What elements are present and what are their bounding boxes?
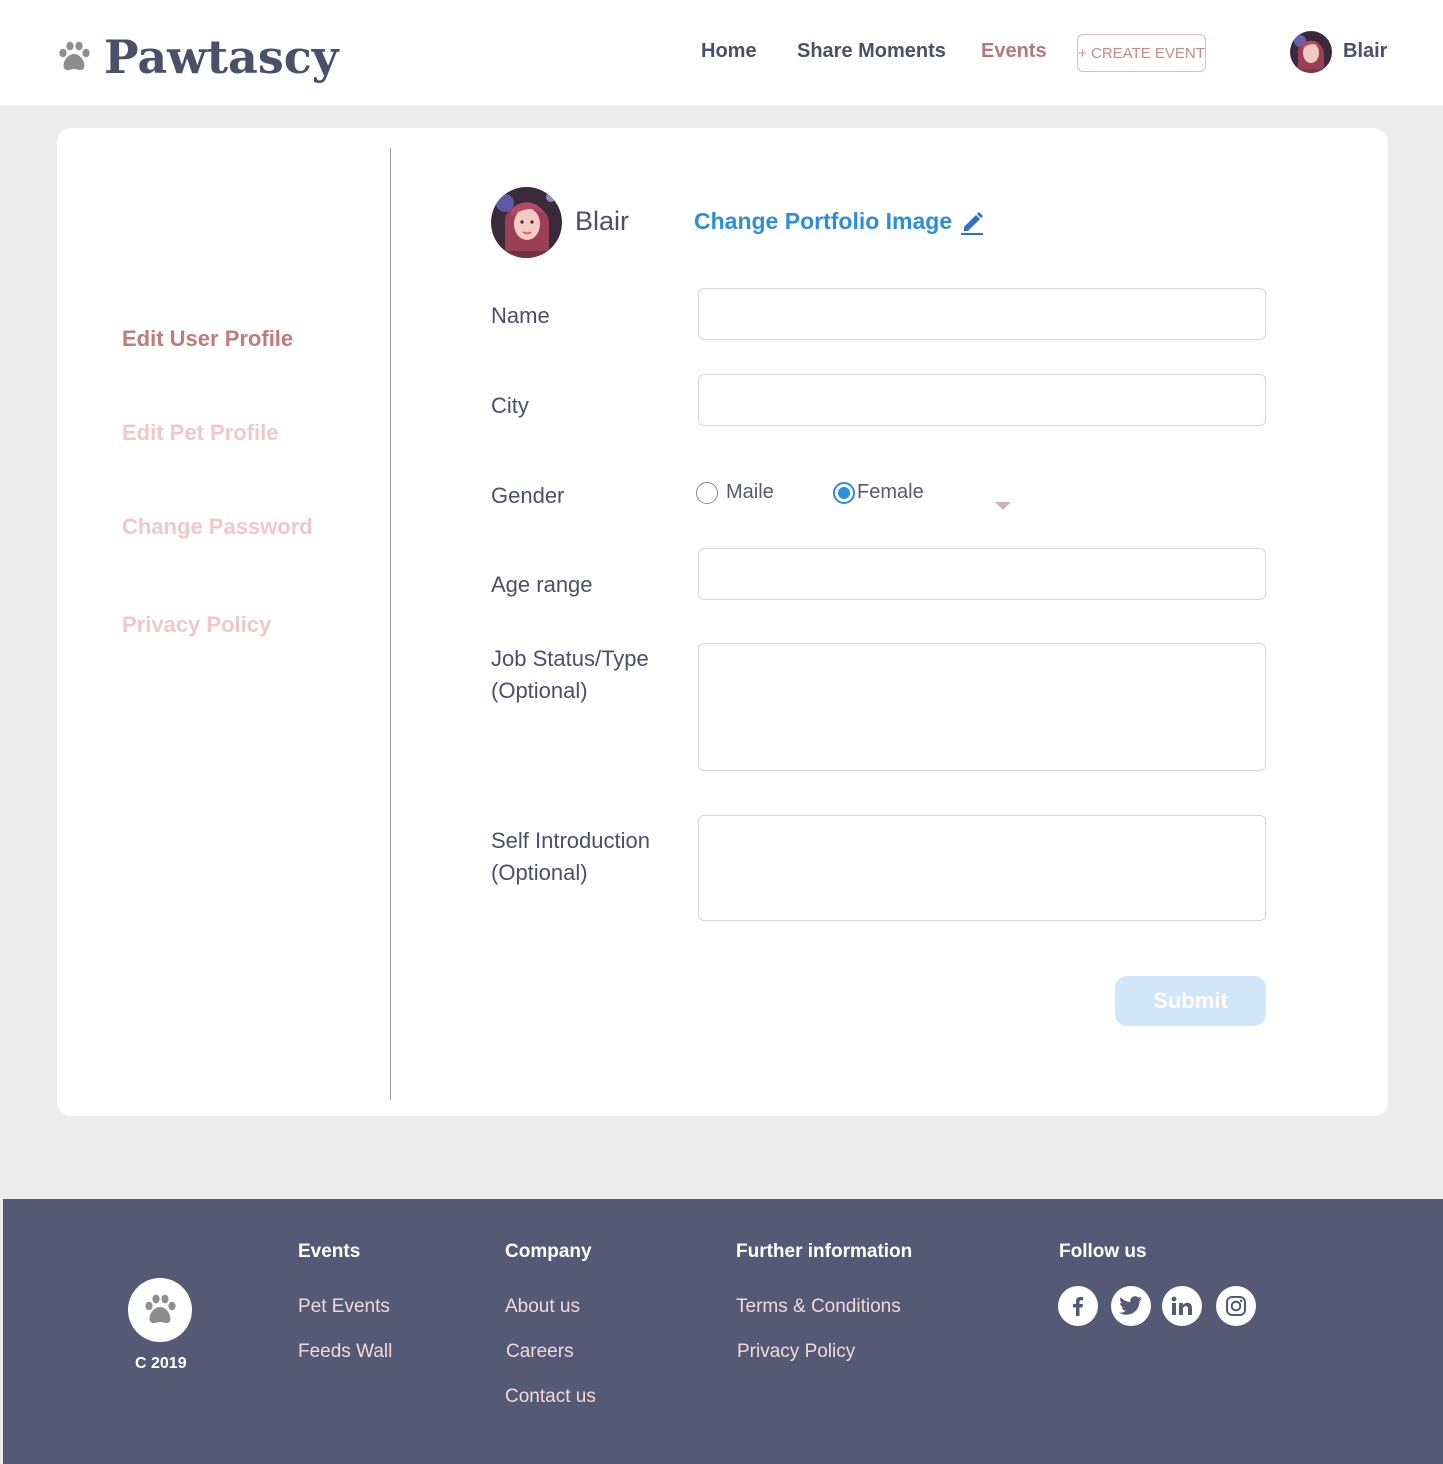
footer-link-about-us[interactable]: About us [505,1296,580,1318]
instagram-icon[interactable] [1216,1286,1256,1326]
footer-heading-further-information: Further information [736,1241,913,1262]
self-introduction-textarea[interactable] [698,815,1266,921]
paw-icon [59,41,90,71]
site-footer: C 2019 Events Pet Events Feeds Wall Comp… [3,1199,1443,1464]
city-label: City [491,393,529,418]
gender-option-male[interactable]: Maile [696,481,774,504]
change-portfolio-image-link[interactable]: Change Portfolio Image [694,207,984,235]
chevron-down-icon[interactable] [995,502,1011,510]
vertical-divider [390,148,391,1100]
self-introduction-label-line2: (Optional) [491,860,588,885]
job-status-label-line2: (Optional) [491,678,588,703]
facebook-icon[interactable] [1058,1286,1098,1326]
footer-link-privacy-policy[interactable]: Privacy Policy [737,1341,855,1363]
footer-link-pet-events[interactable]: Pet Events [298,1296,390,1318]
job-status-label: Job Status/Type (Optional) [491,643,649,707]
profile-card: Edit User Profile Edit Pet Profile Chang… [57,128,1388,1116]
male-radio[interactable] [696,481,718,504]
footer-link-contact-us[interactable]: Contact us [505,1386,596,1408]
footer-heading-company: Company [505,1241,592,1262]
sidebar-item-privacy-policy[interactable]: Privacy Policy [122,612,271,638]
gender-option-female[interactable]: Female [833,481,924,504]
create-event-button[interactable]: + CREATE EVENT [1077,34,1206,72]
footer-link-terms-conditions[interactable]: Terms & Conditions [736,1296,901,1318]
footer-link-careers[interactable]: Careers [506,1341,574,1363]
linkedin-icon[interactable] [1162,1286,1202,1326]
female-radio-label: Female [857,481,924,503]
nav-events[interactable]: Events [981,40,1047,63]
top-header: Pawtascy Home Share Moments Events + CRE… [0,0,1443,105]
sidebar-item-change-password[interactable]: Change Password [122,514,313,540]
brand-name: Pawtascy [104,30,339,84]
brand-logo[interactable]: Pawtascy [56,30,338,84]
pencil-icon [961,212,984,235]
sidebar-item-edit-pet-profile[interactable]: Edit Pet Profile [122,420,278,446]
header-avatar[interactable] [1290,31,1332,73]
footer-link-feeds-wall[interactable]: Feeds Wall [298,1341,392,1363]
footer-logo[interactable] [128,1278,192,1342]
paw-icon [145,1294,176,1324]
male-radio-label: Maile [726,481,774,503]
nav-share-moments[interactable]: Share Moments [797,40,946,63]
female-radio[interactable] [833,481,855,504]
sidebar-item-edit-user-profile[interactable]: Edit User Profile [122,326,293,352]
city-input[interactable] [698,374,1266,426]
job-status-label-line1: Job Status/Type [491,646,649,671]
age-range-input[interactable] [698,548,1266,600]
twitter-icon[interactable] [1111,1286,1151,1326]
footer-heading-follow-us: Follow us [1059,1241,1147,1262]
footer-heading-events: Events [298,1241,361,1262]
self-introduction-label: Self Introduction (Optional) [491,825,650,889]
nav-home[interactable]: Home [701,40,757,63]
age-range-label: Age range [491,572,593,597]
profile-avatar [491,187,562,258]
name-label: Name [491,303,550,328]
gender-label: Gender [491,483,565,508]
submit-button[interactable]: Submit [1115,976,1266,1026]
job-status-textarea[interactable] [698,643,1266,771]
copyright-text: C 2019 [135,1355,187,1372]
change-portfolio-image-label: Change Portfolio Image [694,207,953,234]
profile-name: Blair [575,206,630,236]
self-introduction-label-line1: Self Introduction [491,828,650,853]
header-username[interactable]: Blair [1343,40,1387,63]
name-input[interactable] [698,288,1266,340]
